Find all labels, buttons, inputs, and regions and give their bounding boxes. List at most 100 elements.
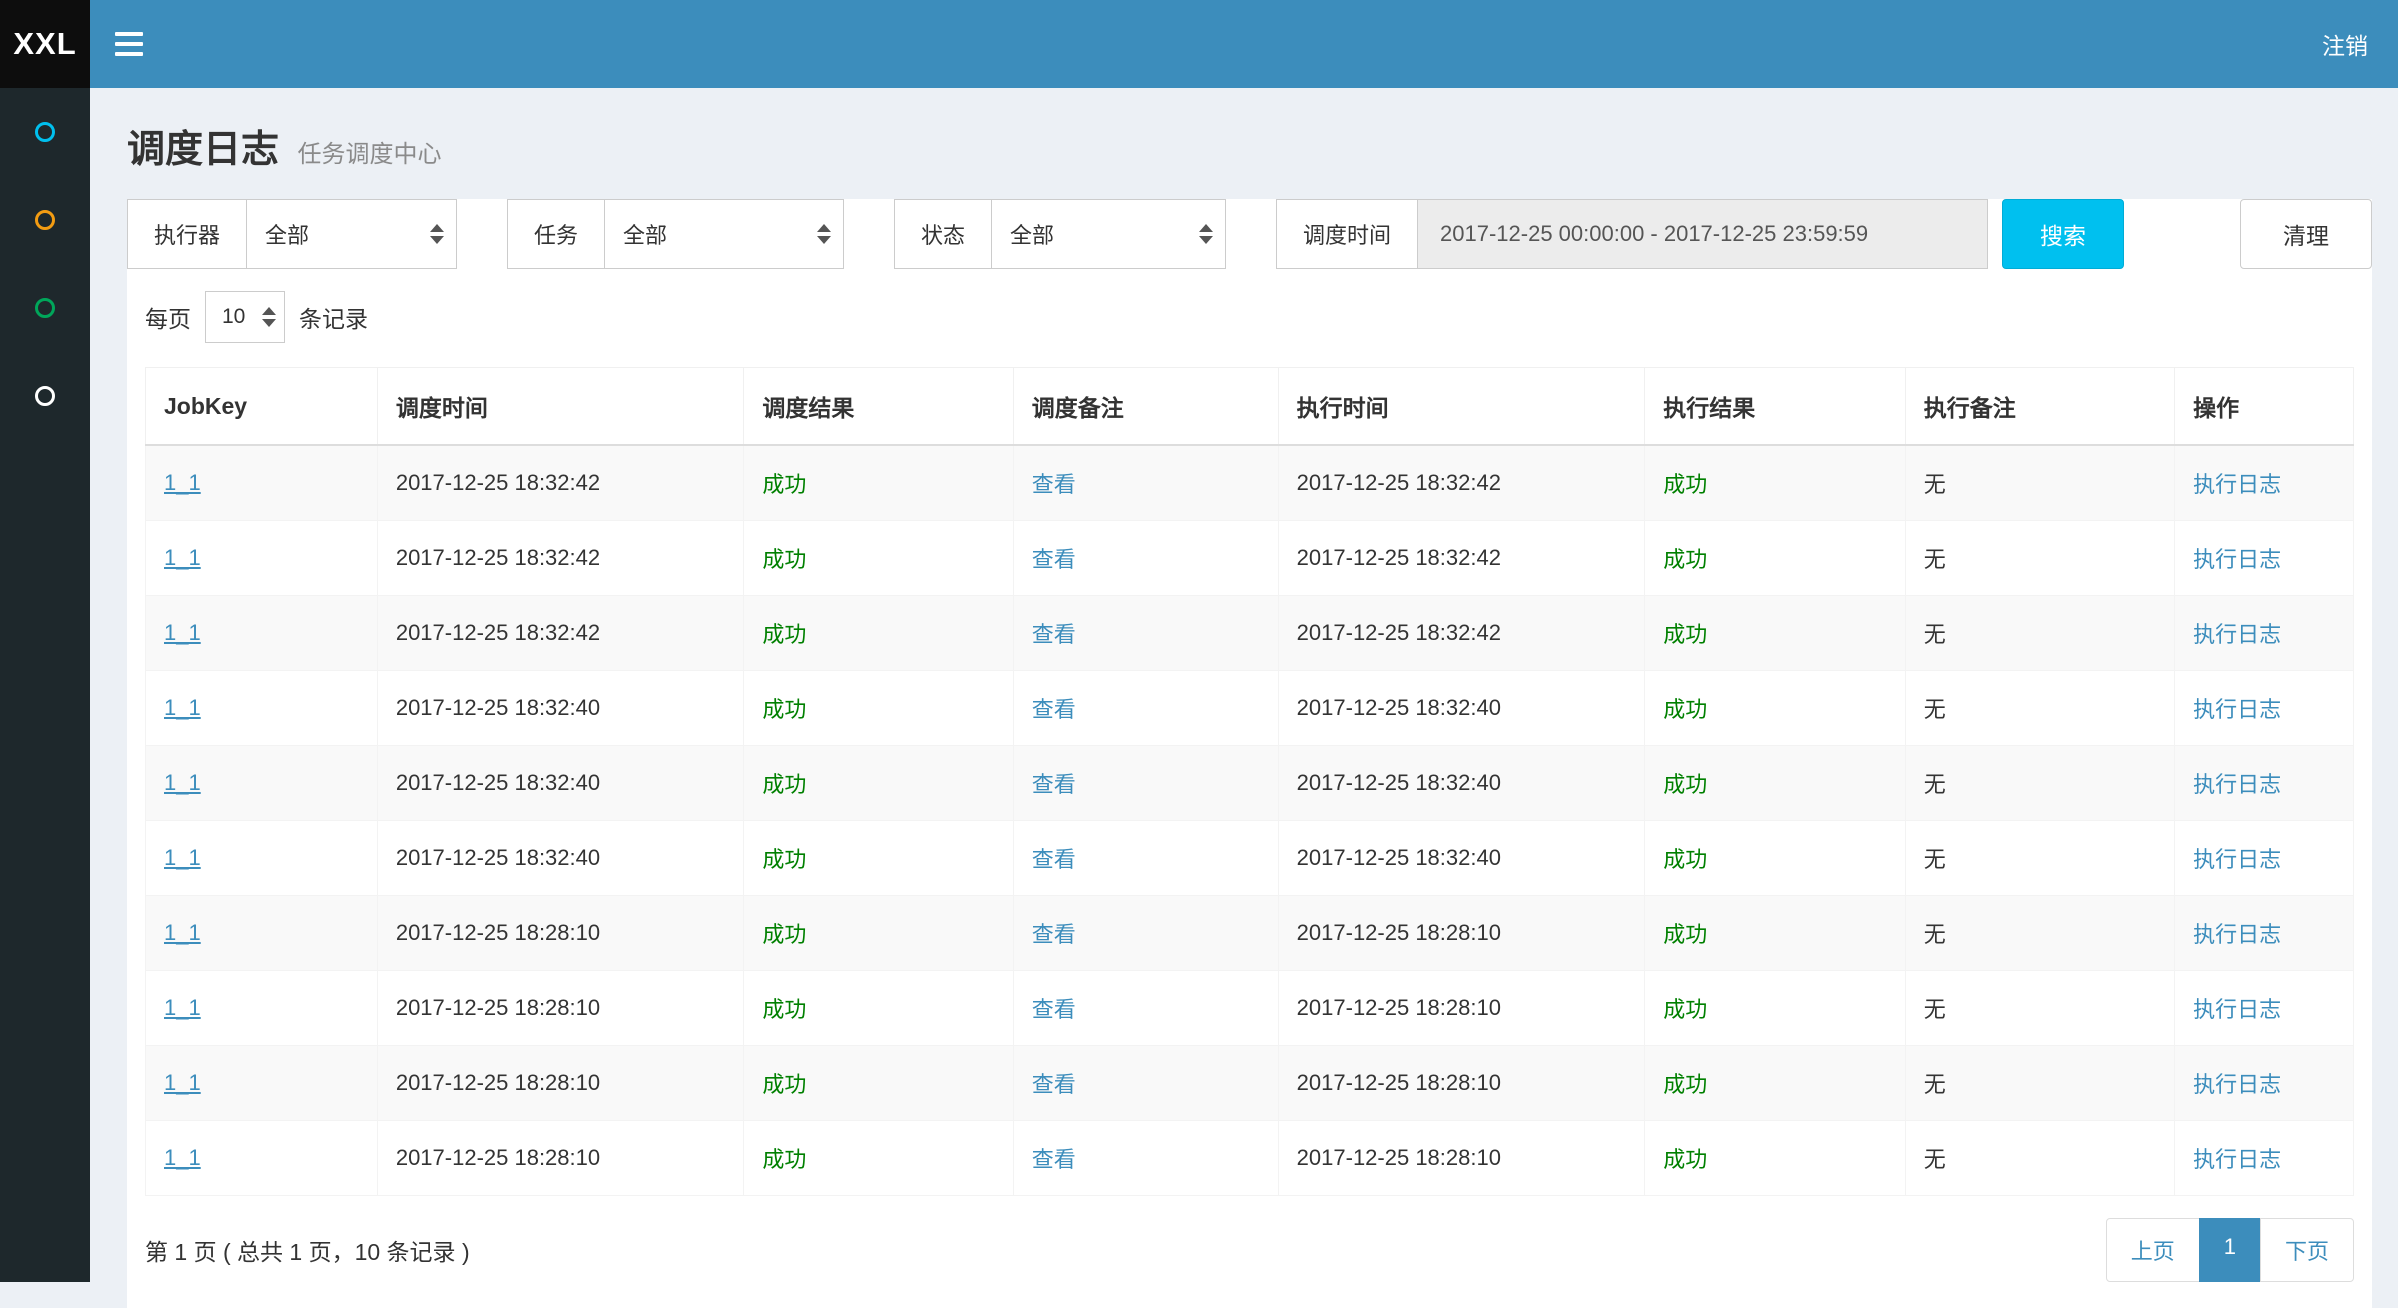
content-header: 调度日志 任务调度中心 [127,88,2372,199]
jobkey-link[interactable]: 1_1 [164,995,201,1020]
trigger-msg-view-link[interactable]: 查看 [1032,922,1076,947]
exec-log-link[interactable]: 执行日志 [2193,922,2281,947]
handle-msg-cell: 无 [1905,746,2174,821]
sidebar-item-2[interactable] [0,176,90,264]
jobkey-link[interactable]: 1_1 [164,620,201,645]
prev-page-button[interactable]: 上页 [2106,1218,2200,1282]
page-size-label-after: 条记录 [299,300,368,334]
page-number-button[interactable]: 1 [2199,1218,2261,1282]
jobkey-link[interactable]: 1_1 [164,1070,201,1095]
handle-result-cell: 成功 [1645,671,1906,746]
jobkey-link[interactable]: 1_1 [164,695,201,720]
trigger-result-cell: 成功 [744,596,1013,671]
sidebar-toggle-button[interactable] [90,0,168,88]
table-wrapper: 每页 10 条记录 JobKey调度时间调度结果调度备注执行时间执行结果执行备注… [127,269,2372,1308]
clear-button[interactable]: 清理 [2240,199,2372,269]
exec-log-link[interactable]: 执行日志 [2193,772,2281,797]
handle-msg-cell: 无 [1905,445,2174,521]
trigger-msg-view-link[interactable]: 查看 [1032,772,1076,797]
sidebar-item-1[interactable] [0,88,90,176]
page-title: 调度日志 [127,129,279,171]
trigger-msg-view-link[interactable]: 查看 [1032,697,1076,722]
logout-button[interactable]: 注销 [2292,0,2398,88]
trigger-msg-view-link[interactable]: 查看 [1032,547,1076,572]
action-cell: 执行日志 [2175,445,2354,521]
jobkey-link[interactable]: 1_1 [164,770,201,795]
job-select[interactable]: 全部 [604,199,844,269]
handle-time-cell: 2017-12-25 18:28:10 [1278,896,1645,971]
handle-result-cell: 成功 [1645,971,1906,1046]
trigger-msg-cell: 查看 [1013,896,1278,971]
handle-msg-cell: 无 [1905,521,2174,596]
jobkey-link[interactable]: 1_1 [164,545,201,570]
jobkey-link[interactable]: 1_1 [164,920,201,945]
handle-result-cell: 成功 [1645,445,1906,521]
trigger-msg-view-link[interactable]: 查看 [1032,847,1076,872]
handle-time-cell: 2017-12-25 18:28:10 [1278,1121,1645,1196]
trigger-time-range-input[interactable]: 2017-12-25 00:00:00 - 2017-12-25 23:59:5… [1417,199,1988,269]
exec-log-link[interactable]: 执行日志 [2193,622,2281,647]
trigger-time-cell: 2017-12-25 18:28:10 [377,971,744,1046]
jobkey-cell: 1_1 [146,896,378,971]
handle-time-cell: 2017-12-25 18:28:10 [1278,971,1645,1046]
exec-log-link[interactable]: 执行日志 [2193,472,2281,497]
exec-log-link[interactable]: 执行日志 [2193,847,2281,872]
exec-log-link[interactable]: 执行日志 [2193,1147,2281,1172]
executor-select[interactable]: 全部 [246,199,457,269]
trigger-msg-view-link[interactable]: 查看 [1032,1147,1076,1172]
main-content: 调度日志 任务调度中心 执行器 全部 任务 全部 状态 [90,88,2398,1308]
action-cell: 执行日志 [2175,821,2354,896]
trigger-result-cell: 成功 [744,445,1013,521]
sidebar-item-3[interactable] [0,264,90,352]
exec-log-link[interactable]: 执行日志 [2193,1072,2281,1097]
next-page-button[interactable]: 下页 [2260,1218,2354,1282]
handle-msg-cell: 无 [1905,896,2174,971]
jobkey-link[interactable]: 1_1 [164,470,201,495]
jobkey-cell: 1_1 [146,971,378,1046]
handle-time-cell: 2017-12-25 18:32:42 [1278,445,1645,521]
app-logo[interactable]: XXL [0,0,90,88]
jobkey-cell: 1_1 [146,521,378,596]
exec-log-link[interactable]: 执行日志 [2193,697,2281,722]
page-size-row: 每页 10 条记录 [145,269,2354,367]
trigger-msg-cell: 查看 [1013,445,1278,521]
exec-log-link[interactable]: 执行日志 [2193,547,2281,572]
search-button[interactable]: 搜索 [2002,199,2124,269]
trigger-msg-view-link[interactable]: 查看 [1032,622,1076,647]
jobkey-cell: 1_1 [146,671,378,746]
pagination-info: 第 1 页 ( 总共 1 页，10 条记录 ) [145,1233,470,1267]
navbar-spacer [168,0,2292,88]
jobkey-link[interactable]: 1_1 [164,845,201,870]
trigger-msg-view-link[interactable]: 查看 [1032,1072,1076,1097]
handle-result-cell: 成功 [1645,746,1906,821]
trigger-msg-view-link[interactable]: 查看 [1032,997,1076,1022]
action-cell: 执行日志 [2175,671,2354,746]
jobkey-link[interactable]: 1_1 [164,1145,201,1170]
sidebar-item-4[interactable] [0,352,90,440]
table-row: 1_1 2017-12-25 18:32:40 成功 查看 2017-12-25… [146,746,2354,821]
trigger-time-cell: 2017-12-25 18:28:10 [377,1046,744,1121]
trigger-msg-view-link[interactable]: 查看 [1032,472,1076,497]
handle-msg-cell: 无 [1905,821,2174,896]
column-header: JobKey [146,368,378,446]
table-row: 1_1 2017-12-25 18:28:10 成功 查看 2017-12-25… [146,896,2354,971]
handle-msg-cell: 无 [1905,971,2174,1046]
table-row: 1_1 2017-12-25 18:32:40 成功 查看 2017-12-25… [146,671,2354,746]
column-header: 调度备注 [1013,368,1278,446]
trigger-result-cell: 成功 [744,746,1013,821]
filter-group-trigger-time: 调度时间 2017-12-25 00:00:00 - 2017-12-25 23… [1276,199,1988,269]
column-header: 执行备注 [1905,368,2174,446]
jobkey-cell: 1_1 [146,1046,378,1121]
handle-time-cell: 2017-12-25 18:32:42 [1278,521,1645,596]
status-select[interactable]: 全部 [991,199,1226,269]
filter-group-job: 任务 全部 [507,199,844,269]
handle-time-cell: 2017-12-25 18:32:40 [1278,821,1645,896]
table-row: 1_1 2017-12-25 18:32:40 成功 查看 2017-12-25… [146,821,2354,896]
table-row: 1_1 2017-12-25 18:32:42 成功 查看 2017-12-25… [146,445,2354,521]
page-size-select[interactable]: 10 [205,291,285,343]
exec-log-link[interactable]: 执行日志 [2193,997,2281,1022]
executor-filter-label: 执行器 [127,199,246,269]
column-header: 调度结果 [744,368,1013,446]
table-row: 1_1 2017-12-25 18:32:42 成功 查看 2017-12-25… [146,521,2354,596]
handle-time-cell: 2017-12-25 18:32:40 [1278,746,1645,821]
